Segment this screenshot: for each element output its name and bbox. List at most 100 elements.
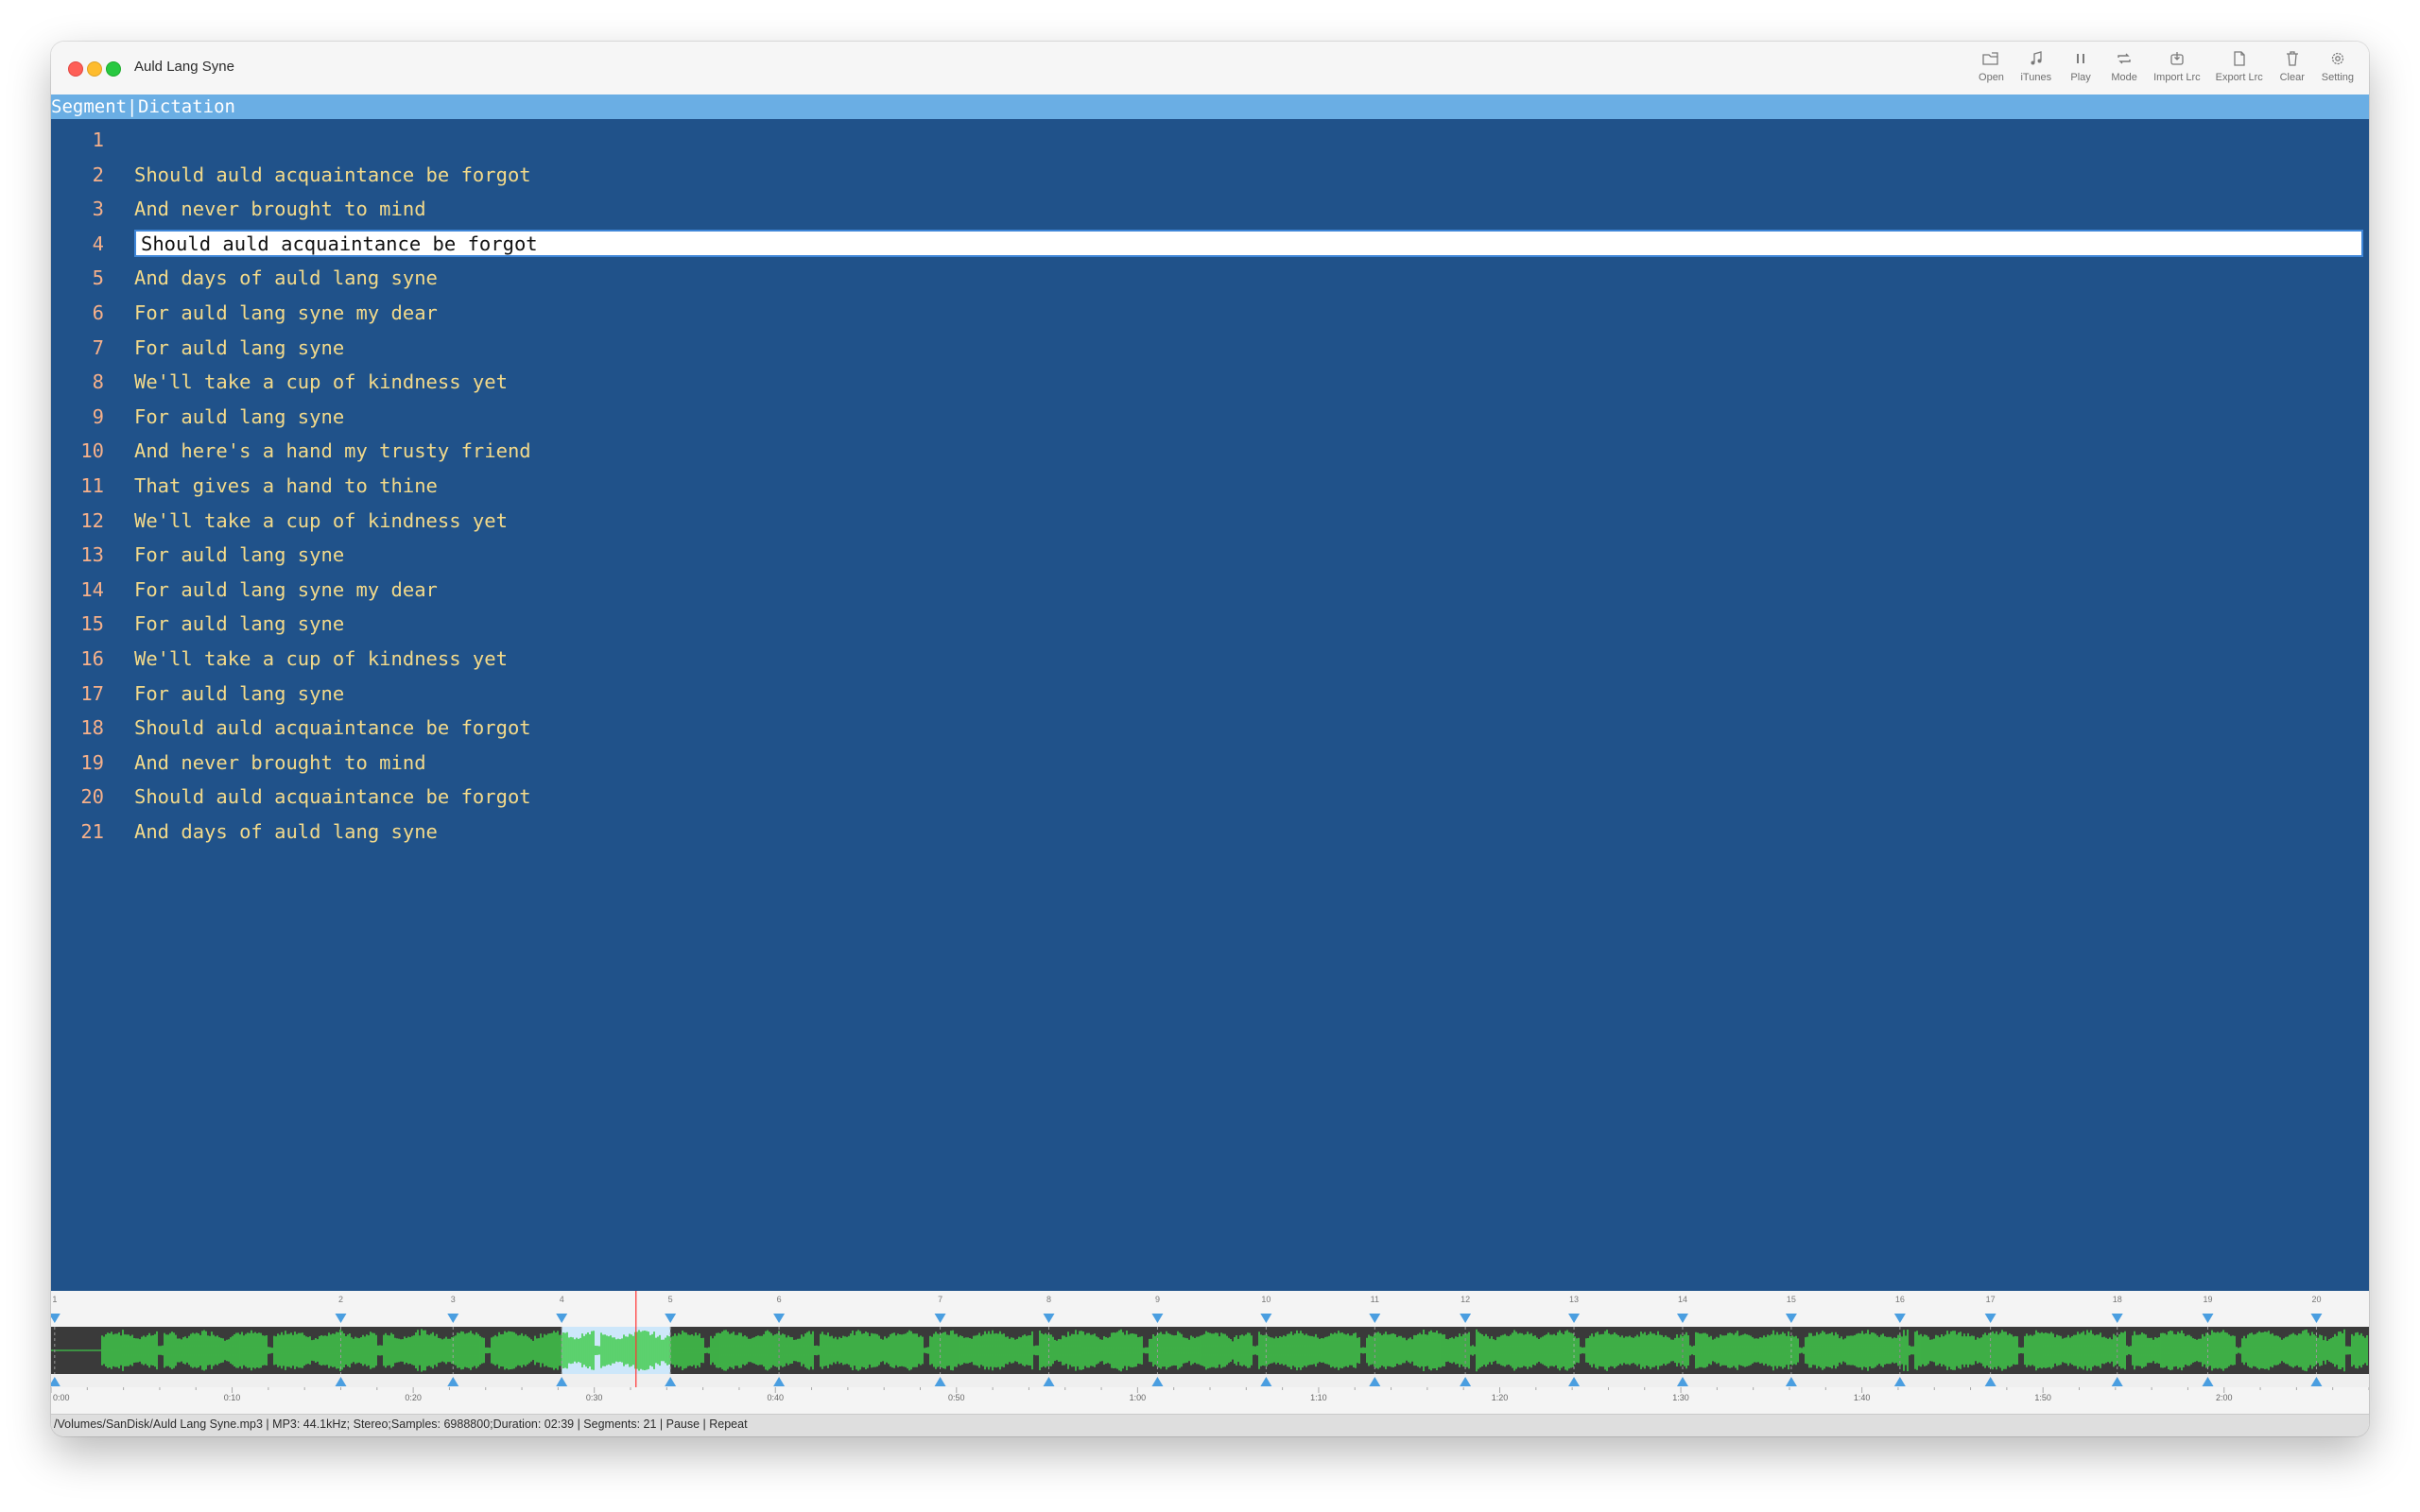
line-number: 3 xyxy=(92,198,104,221)
tab-dictation[interactable]: Dictation xyxy=(138,96,235,117)
lyric-line[interactable]: 11 That gives a hand to thine xyxy=(51,469,2369,503)
lyric-line[interactable]: 6 For auld lang syne my dear xyxy=(51,296,2369,330)
lyric-text[interactable]: And here's a hand my trusty friend xyxy=(134,439,531,462)
titlebar: Auld Lang Syne Open iTunes Play Mode Imp… xyxy=(51,42,2369,95)
time-label: 1:00 xyxy=(1130,1393,1147,1402)
gear-icon xyxy=(2331,52,2344,65)
segment-marker-label: 10 xyxy=(1261,1295,1270,1304)
segment-marker-label: 13 xyxy=(1569,1295,1579,1304)
segment-marker-up xyxy=(1893,1377,1906,1386)
export-lrc-button[interactable]: Export Lrc xyxy=(2208,47,2271,91)
segment-marker-label: 14 xyxy=(1678,1295,1687,1304)
lyric-line[interactable]: 19 And never brought to mind xyxy=(51,746,2369,780)
segment-marker-label: 5 xyxy=(668,1295,673,1304)
lyric-text[interactable]: For auld lang syne xyxy=(134,612,344,635)
segment-marker-up xyxy=(1785,1377,1797,1386)
line-number: 10 xyxy=(80,439,104,463)
segment-marker-up xyxy=(1369,1377,1381,1386)
line-number: 4 xyxy=(92,232,104,255)
line-number: 13 xyxy=(80,543,104,567)
time-label: 0:30 xyxy=(586,1393,603,1402)
lyric-line[interactable]: 13 For auld lang syne xyxy=(51,538,2369,572)
zoom-window-button[interactable] xyxy=(106,61,121,77)
line-number: 8 xyxy=(92,370,104,394)
line-number: 12 xyxy=(80,508,104,532)
waveform-view[interactable]: 1 2 3 4 5 6 7 8 9 10 11 12 13 14 15 16 17 18 19 200:00 0:10 0… xyxy=(51,1291,2369,1416)
import-lrc-button[interactable]: Import Lrc xyxy=(2146,47,2208,91)
tab-segment[interactable]: Segment xyxy=(51,96,127,117)
lyric-line[interactable]: 12 We'll take a cup of kindness yet xyxy=(51,504,2369,538)
lyric-text[interactable]: For auld lang syne xyxy=(134,682,344,705)
line-number: 19 xyxy=(80,750,104,774)
lyric-text[interactable]: For auld lang syne my dear xyxy=(134,301,438,324)
lyric-text[interactable]: We'll take a cup of kindness yet xyxy=(134,509,508,532)
lyric-text[interactable]: Should auld acquaintance be forgot xyxy=(134,785,531,808)
lyric-line[interactable]: 2 Should auld acquaintance be forgot xyxy=(51,158,2369,192)
lyric-line[interactable]: 5 And days of auld lang syne xyxy=(51,261,2369,295)
setting-button[interactable]: Setting xyxy=(2314,47,2361,91)
lyric-line[interactable]: 18 Should auld acquaintance be forgot xyxy=(51,711,2369,745)
repeat-icon xyxy=(2118,53,2131,64)
lyric-text[interactable]: For auld lang syne my dear xyxy=(134,578,438,601)
lyric-line[interactable]: 17 For auld lang syne xyxy=(51,677,2369,711)
mode-button[interactable]: Mode xyxy=(2102,47,2146,91)
time-label: 0:00 xyxy=(53,1393,70,1402)
segment-marker-up xyxy=(51,1377,60,1386)
lyric-text[interactable]: For auld lang syne xyxy=(134,336,344,359)
lyric-line[interactable]: 10 And here's a hand my trusty friend xyxy=(51,434,2369,468)
time-label: 0:10 xyxy=(224,1393,241,1402)
app-window: Auld Lang Syne Open iTunes Play Mode Imp… xyxy=(51,42,2369,1436)
line-number: 18 xyxy=(80,716,104,740)
lyric-line[interactable]: 9 For auld lang syne xyxy=(51,400,2369,434)
folder-open-icon xyxy=(1982,52,1999,65)
tab-separator: | xyxy=(127,96,138,117)
lyric-text[interactable]: We'll take a cup of kindness yet xyxy=(134,647,508,670)
clear-label: Clear xyxy=(2279,72,2305,83)
segment-marker-up xyxy=(2310,1377,2323,1386)
segment-marker-label: 1 xyxy=(52,1295,57,1304)
lyric-line[interactable]: 20 Should auld acquaintance be forgot xyxy=(51,780,2369,814)
lyric-text[interactable]: And days of auld lang syne xyxy=(134,820,438,843)
lyric-text[interactable]: That gives a hand to thine xyxy=(134,474,438,497)
lyric-line[interactable]: 16 We'll take a cup of kindness yet xyxy=(51,642,2369,676)
line-number: 7 xyxy=(92,335,104,359)
segment-marker-label: 2 xyxy=(338,1295,343,1304)
lyrics-editor[interactable]: 1 2 Should auld acquaintance be forgot 3 And… xyxy=(51,119,2369,1291)
open-button[interactable]: Open xyxy=(1969,47,2013,91)
active-lyric-input[interactable]: Should auld acquaintance be forgot xyxy=(134,229,2363,257)
lyric-text[interactable]: And never brought to mind xyxy=(134,198,426,220)
close-window-button[interactable] xyxy=(68,61,83,77)
lyric-line[interactable]: 15 For auld lang syne xyxy=(51,607,2369,641)
segment-marker-label: 17 xyxy=(1986,1295,1996,1304)
lyric-line[interactable]: 7 For auld lang syne xyxy=(51,331,2369,365)
open-label: Open xyxy=(1979,72,2004,83)
lyric-text[interactable]: And days of auld lang syne xyxy=(134,266,438,289)
lyric-line[interactable]: 1 xyxy=(51,123,2369,157)
lyric-text[interactable]: For auld lang syne xyxy=(134,405,344,428)
segment-marker-label: 3 xyxy=(451,1295,456,1304)
lyric-text[interactable]: For auld lang syne xyxy=(134,543,344,566)
lyric-text[interactable]: Should auld acquaintance be forgot xyxy=(134,716,531,739)
lyric-line[interactable]: 3 And never brought to mind xyxy=(51,192,2369,226)
time-label: 1:40 xyxy=(1854,1393,1871,1402)
lyric-text[interactable]: And never brought to mind xyxy=(134,751,426,774)
lyric-line[interactable]: 8 We'll take a cup of kindness yet xyxy=(51,365,2369,399)
lyric-text[interactable]: Should auld acquaintance be forgot xyxy=(134,163,531,186)
segment-marker-label: 19 xyxy=(2204,1295,2213,1304)
lyric-text[interactable]: We'll take a cup of kindness yet xyxy=(134,370,508,393)
line-number: 6 xyxy=(92,301,104,324)
itunes-button[interactable]: iTunes xyxy=(2013,47,2059,91)
itunes-label: iTunes xyxy=(2020,72,2052,83)
clear-button[interactable]: Clear xyxy=(2271,47,2314,91)
segment-marker-up xyxy=(665,1377,677,1386)
segment-marker-up xyxy=(556,1377,568,1386)
time-label: 1:10 xyxy=(1310,1393,1327,1402)
segment-marker-up xyxy=(2202,1377,2214,1386)
minimize-window-button[interactable] xyxy=(87,61,102,77)
lyric-line[interactable]: 14 For auld lang syne my dear xyxy=(51,573,2369,607)
segment-marker-label: 9 xyxy=(1155,1295,1160,1304)
line-number: 1 xyxy=(92,129,104,151)
play-button[interactable]: Play xyxy=(2059,47,2102,91)
lyric-line[interactable]: 21 And days of auld lang syne xyxy=(51,815,2369,849)
lyric-line[interactable]: 4 Should auld acquaintance be forgot xyxy=(51,227,2369,261)
